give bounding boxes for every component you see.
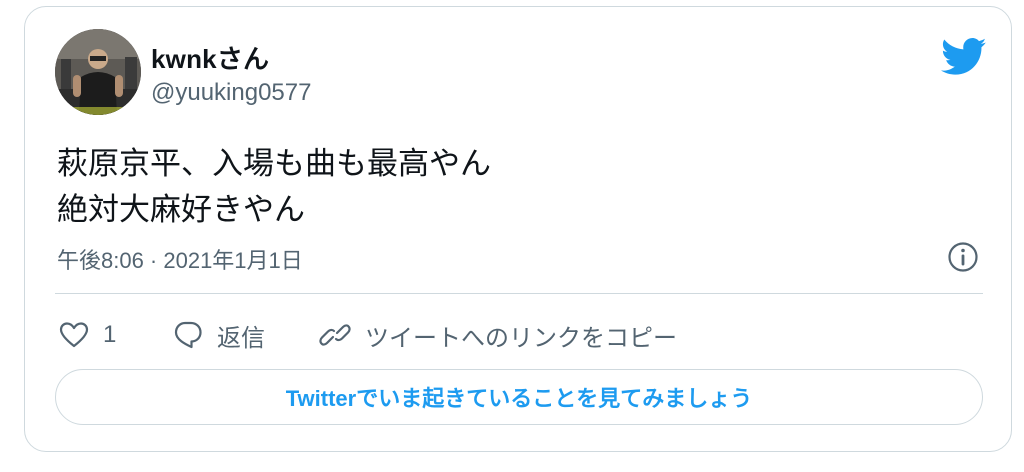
tweet-line: 萩原京平、入場も曲も最高やん [57,146,491,181]
reply-button[interactable]: 返信 [173,315,265,355]
info-icon[interactable] [947,241,979,273]
avatar-photo [55,29,141,115]
avatar[interactable] [55,29,141,115]
twitter-bird-icon[interactable] [941,37,987,77]
tweet-timestamp[interactable]: 午後8:06 · 2021年1月1日 [57,243,303,275]
reply-bubble-icon [174,321,202,349]
display-name[interactable]: kwnkさん [151,39,269,76]
like-count: 1 [103,321,117,348]
see-whats-happening-button[interactable]: Twitterでいま起きていることを見てみましょう [55,369,983,425]
heart-icon [59,322,89,348]
copy-link-label: ツイートへのリンクをコピー [365,324,677,352]
like-button[interactable]: 1 [59,315,116,355]
tweet-text: 萩原京平、入場も曲も最高やん 絶対大麻好きやん [57,141,491,233]
user-handle[interactable]: @yuuking0577 [151,79,311,107]
cta-label: Twitterでいま起きていることを見てみましょう [285,386,753,411]
tweet-line: 絶対大麻好きやん [57,192,305,227]
link-icon [319,324,351,346]
reply-label: 返信 [217,324,265,352]
divider [55,293,983,294]
copy-link-button[interactable]: ツイートへのリンクをコピー [319,315,677,355]
tweet-card: kwnkさん @yuuking0577 萩原京平、入場も曲も最高やん 絶対大麻好… [24,6,1012,452]
